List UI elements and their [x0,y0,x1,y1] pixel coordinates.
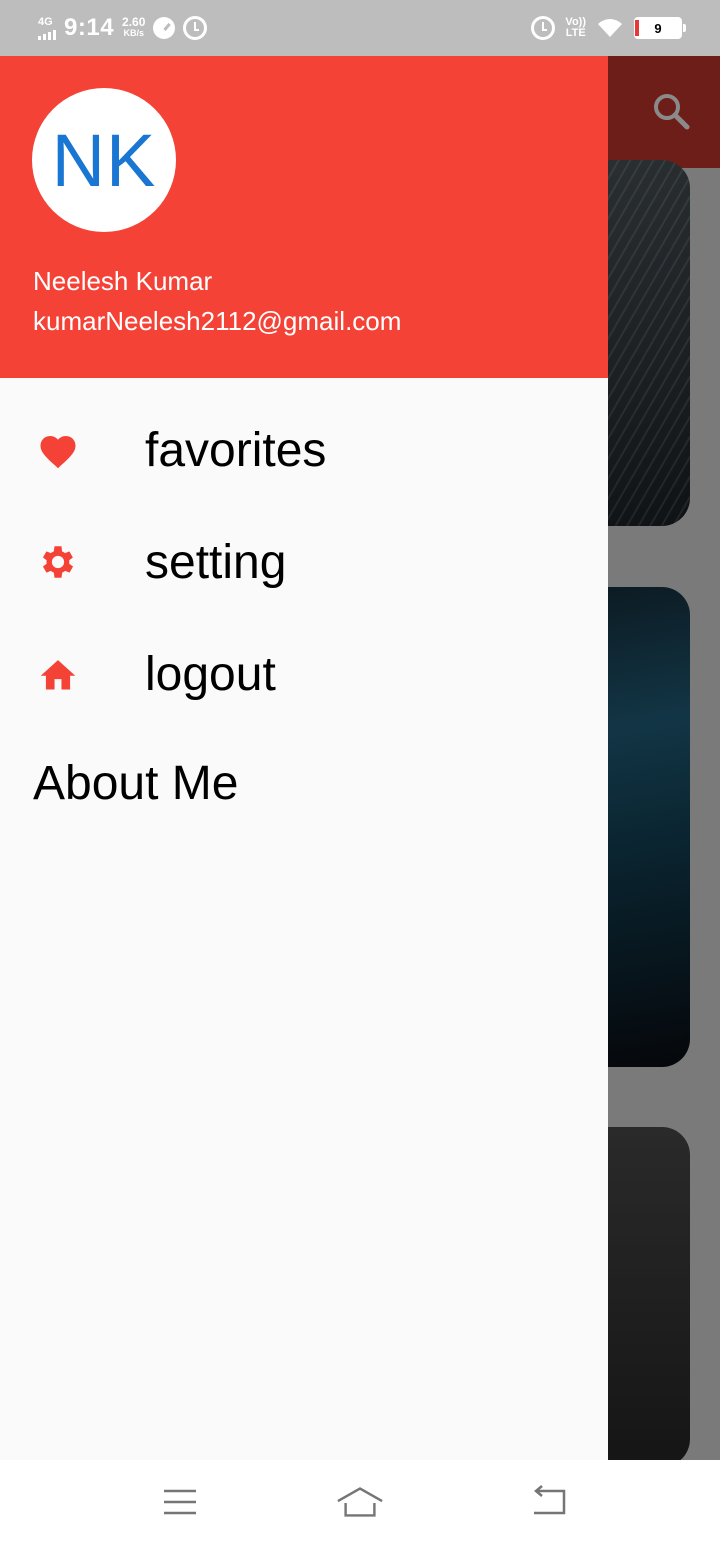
heart-icon [36,428,80,472]
avatar[interactable]: NK [32,88,176,232]
alarm-icon [531,16,556,40]
menu-item-setting[interactable]: setting [0,506,608,618]
speed-value: 2.60 [122,15,146,29]
wifi-icon [598,19,622,37]
gear-icon [36,540,80,584]
network-indicator: 4G [38,15,56,40]
battery-level: 9 [654,20,662,36]
volte-indicator: Vo)) LTE [565,17,586,39]
speedometer-icon [153,17,176,39]
volte-bottom: LTE [565,27,586,39]
drawer-header: NK Neelesh Kumar kumarNeelesh2112@gmail.… [0,56,608,378]
user-name: Neelesh Kumar [33,266,213,296]
clock: 9:14 [64,14,115,41]
home-icon [36,652,80,696]
system-nav-bar [0,1460,720,1544]
menu-item-label: setting [145,535,287,589]
back-icon[interactable] [524,1480,572,1524]
menu-item-favorites[interactable]: favorites [0,394,608,506]
status-bar: 4G 9:14 2.60 KB/s Vo)) LTE 9 [0,0,720,56]
alarm-icon [183,16,208,40]
avatar-initials: NK [51,118,157,202]
about-me-link[interactable]: About Me [33,756,238,811]
search-icon[interactable] [652,92,690,130]
menu-item-label: favorites [145,423,327,477]
menu-item-label: logout [145,647,276,701]
speed-unit: KB/s [123,28,144,38]
user-email: kumarNeelesh2112@gmail.com [33,306,402,336]
menu-item-logout[interactable]: logout [0,618,608,730]
home-icon[interactable] [336,1480,384,1524]
menu-icon[interactable] [156,1480,204,1524]
navigation-drawer: NK Neelesh Kumar kumarNeelesh2112@gmail.… [0,56,608,1460]
battery-icon: 9 [634,17,686,39]
signal-icon [38,29,56,40]
network-type: 4G [38,15,53,28]
network-speed: 2.60 KB/s [122,15,146,39]
